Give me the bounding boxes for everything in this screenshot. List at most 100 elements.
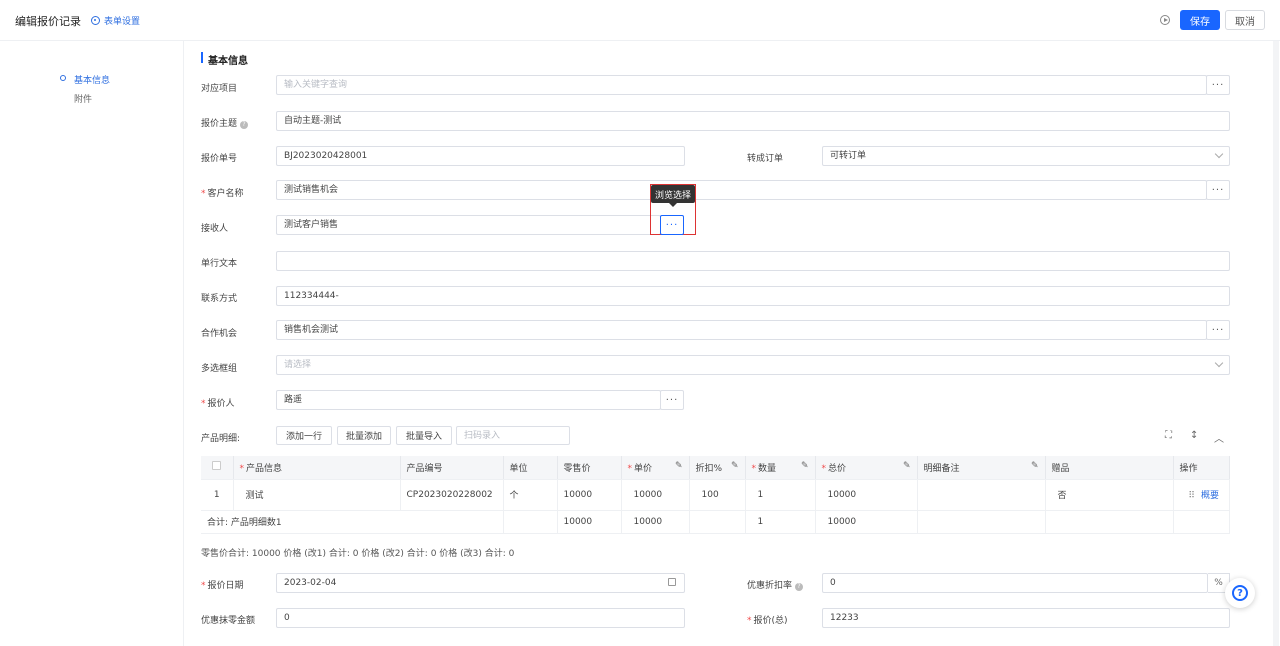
row-total[interactable]: 10000 [815, 479, 918, 511]
sum-qty: 1 [745, 510, 816, 534]
page-title: 编辑报价记录 [15, 15, 81, 28]
play-icon[interactable] [1160, 15, 1170, 25]
multi-select-input[interactable]: 请选择 [276, 355, 1230, 375]
question-icon: ? [1232, 585, 1248, 601]
table-row: 1 测试 CP2023020228002 个 10000 10000 100 1… [201, 479, 1230, 511]
opportunity-browse-button[interactable]: ··· [1206, 320, 1230, 340]
sum-discount [689, 510, 746, 534]
multi-select-label: 多选框组 [201, 364, 238, 374]
quoter-input[interactable]: 路遥 [276, 390, 661, 410]
edit-icon[interactable]: ✎ [675, 461, 683, 471]
col-product-code: 产品编号 [400, 456, 504, 480]
col-qty: * 数量 ✎ [745, 456, 816, 480]
receiver-label: 接收人 [201, 224, 229, 234]
total-input[interactable]: 12233 [822, 608, 1230, 628]
row-unit: 个 [503, 479, 558, 511]
row-discount[interactable]: 100 [689, 479, 746, 511]
edit-icon[interactable]: ✎ [731, 461, 739, 471]
subject-input[interactable]: 自动主题-测试 [276, 111, 1230, 131]
receiver-browse-button[interactable]: ··· [660, 215, 684, 235]
select-all-checkbox[interactable] [212, 461, 222, 471]
row-price[interactable]: 10000 [621, 479, 690, 511]
col-discount-text: 折扣% [695, 463, 723, 474]
col-retail: 零售价 [557, 456, 622, 480]
convert-order-label: 转成订单 [747, 154, 784, 164]
project-label: 对应项目 [201, 84, 238, 94]
project-browse-button[interactable]: ··· [1206, 75, 1230, 95]
col-price: * 单价 ✎ [621, 456, 690, 480]
quoter-browse-button[interactable]: ··· [660, 390, 684, 410]
help-button[interactable]: ? [1225, 578, 1255, 608]
sum-gift [1045, 510, 1174, 534]
price-summary: 零售价合计: 10000 价格 (改1) 合计: 0 价格 (改2) 合计: 0… [201, 549, 515, 559]
drag-handle-icon[interactable]: ⠿ [1188, 491, 1195, 501]
cancel-button[interactable]: 取消 [1225, 10, 1265, 30]
discount-rate-label-text: 优惠折扣率 [747, 581, 793, 591]
table-header-row: * 产品信息 产品编号 单位 零售价 * 单价 ✎ 折扣% ✎ * 数量 ✎ * 总价 ✎ 明细… [201, 456, 1230, 480]
save-button[interactable]: 保存 [1180, 10, 1220, 30]
add-row-button[interactable]: 添加一行 [276, 426, 332, 445]
nav-active-dot-icon [60, 75, 66, 81]
customer-browse-button[interactable]: ··· [1206, 180, 1230, 200]
required-mark: * [627, 463, 633, 474]
col-action: 操作 [1173, 456, 1230, 480]
col-discount: 折扣% ✎ [689, 456, 746, 480]
scan-input[interactable]: 扫码录入 [456, 426, 570, 445]
quote-date-input[interactable]: 2023-02-04 [276, 573, 685, 593]
fullscreen-icon[interactable]: ⛶ [1165, 430, 1172, 441]
row-note[interactable] [917, 479, 1046, 511]
gear-icon [91, 16, 100, 25]
required-mark: * [201, 399, 206, 409]
quote-no-input[interactable]: BJ2023020428001 [276, 146, 685, 166]
row-qty[interactable]: 1 [745, 479, 816, 511]
opportunity-input[interactable]: 销售机会测试 [276, 320, 1207, 340]
form-settings-link[interactable]: 表单设置 [91, 14, 140, 27]
section-title: 基本信息 [208, 56, 248, 67]
vertical-resize-icon[interactable]: ↕ [1190, 430, 1198, 441]
batch-add-button[interactable]: 批量添加 [337, 426, 391, 445]
sum-note [917, 510, 1046, 534]
help-icon: ? [240, 121, 249, 129]
nav-item-attachments[interactable]: 附件 [74, 92, 92, 105]
row-retail: 10000 [557, 479, 622, 511]
batch-import-button[interactable]: 批量导入 [396, 426, 452, 445]
calendar-icon[interactable] [668, 578, 676, 586]
col-unit: 单位 [503, 456, 558, 480]
convert-order-select[interactable]: 可转订单 [822, 146, 1230, 166]
edit-icon[interactable]: ✎ [801, 461, 809, 471]
subject-label-text: 报价主题 [201, 119, 238, 129]
summary-link[interactable]: 概要 [1201, 491, 1219, 501]
sum-price: 10000 [621, 510, 690, 534]
scrollbar[interactable] [1273, 41, 1279, 646]
project-input[interactable]: 输入关键字查询 [276, 75, 1207, 95]
subject-label: 报价主题? [201, 116, 249, 129]
edit-icon[interactable]: ✎ [1031, 461, 1039, 471]
col-qty-text: 数量 [758, 463, 777, 474]
quote-date-label-text: 报价日期 [207, 581, 244, 591]
required-mark: * [751, 463, 757, 474]
customer-input[interactable]: 测试销售机会 [276, 180, 1207, 200]
sum-unit [503, 510, 558, 534]
row-product-info[interactable]: 测试 [233, 479, 401, 511]
top-bar: 编辑报价记录 表单设置 保存 取消 [0, 0, 1280, 41]
single-text-input[interactable] [276, 251, 1230, 271]
row-gift[interactable]: 否 [1045, 479, 1174, 511]
contact-input[interactable]: 112334444- [276, 286, 1230, 306]
contact-label: 联系方式 [201, 294, 238, 304]
quote-no-label: 报价单号 [201, 154, 238, 164]
customer-label: * 客户名称 [201, 186, 244, 199]
discount-rate-input[interactable]: 0 [822, 573, 1208, 593]
receiver-input[interactable]: 测试客户销售 [276, 215, 661, 235]
col-total-text: 总价 [828, 463, 847, 474]
round-off-label: 优惠抹零金额 [201, 616, 256, 626]
sum-retail: 10000 [557, 510, 622, 534]
table-sum-row: 合计: 产品明细数1 10000 10000 1 10000 [201, 510, 1230, 534]
divider [183, 41, 184, 646]
quote-date-label: * 报价日期 [201, 578, 244, 591]
nav-item-basic-info[interactable]: 基本信息 [74, 73, 110, 86]
customer-label-text: 客户名称 [207, 189, 244, 199]
col-product-info: * 产品信息 [233, 456, 401, 480]
collapse-icon[interactable]: ︿ [1214, 430, 1224, 445]
edit-icon[interactable]: ✎ [903, 461, 911, 471]
round-off-input[interactable]: 0 [276, 608, 685, 628]
